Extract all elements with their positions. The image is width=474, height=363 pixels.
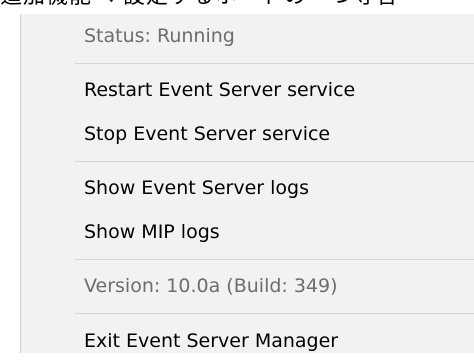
- menu-item-version: Version: 10.0a (Build: 349): [84, 275, 338, 297]
- menu-item-status: Status: Running: [84, 25, 235, 47]
- clipped-background-text: 追加機能へ 設定するホードの一つ寺各: [0, 0, 399, 8]
- menu-item-exit[interactable]: Exit Event Server Manager: [21, 319, 474, 363]
- context-menu: Status: Running Restart Event Server ser…: [20, 14, 474, 353]
- menu-item-show-event-server-logs[interactable]: Show Event Server logs: [21, 166, 474, 210]
- menu-separator: [75, 259, 474, 260]
- menu-item-restart-service[interactable]: Restart Event Server service: [21, 68, 474, 112]
- menu-item-stop-service[interactable]: Stop Event Server service: [21, 112, 474, 156]
- menu-item-show-mip-logs[interactable]: Show MIP logs: [21, 210, 474, 254]
- menu-separator: [75, 313, 474, 314]
- menu-separator: [75, 63, 474, 64]
- menu-separator: [75, 161, 474, 162]
- background-window-text-strip: 追加機能へ 設定するホードの一つ寺各: [0, 0, 474, 14]
